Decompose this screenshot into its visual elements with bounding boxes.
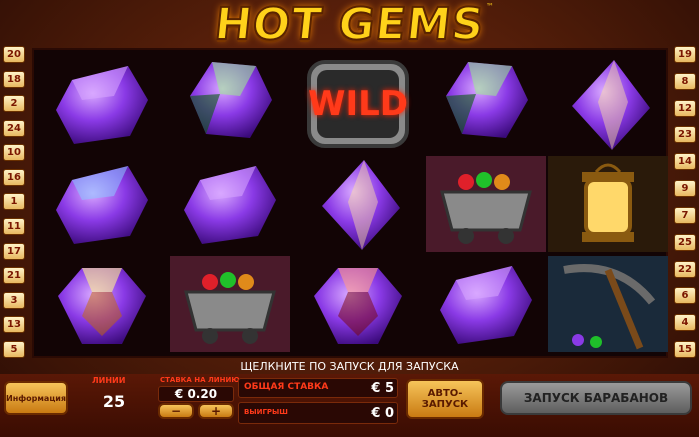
payline-number[interactable]: 20 — [3, 46, 25, 63]
reel-area: WILD — [32, 48, 668, 358]
info-button-label: Информация — [6, 393, 66, 403]
lantern-symbol — [546, 154, 670, 254]
payline-number[interactable]: 15 — [674, 340, 696, 358]
total-bet-value: € 5 — [371, 380, 394, 396]
payline-number[interactable]: 22 — [674, 260, 696, 278]
payline-number[interactable]: 7 — [674, 206, 696, 224]
payline-number[interactable]: 8 — [674, 72, 696, 90]
payline-number[interactable]: 17 — [3, 242, 25, 260]
bet-per-line-value: € 0.20 — [174, 387, 218, 401]
win-label: ВЫИГРЫШ — [244, 408, 288, 416]
red-gem-symbol — [296, 254, 420, 354]
mine-cart-symbol — [424, 154, 548, 254]
payline-number[interactable]: 23 — [674, 126, 696, 144]
green-gem-symbol — [168, 54, 292, 154]
payline-number[interactable]: 14 — [674, 153, 696, 171]
lines-label: ЛИНИИ — [92, 376, 126, 385]
payline-number[interactable]: 5 — [3, 340, 25, 358]
autoplay-button[interactable]: АВТО-ЗАПУСК — [406, 379, 484, 419]
payline-number[interactable]: 16 — [3, 168, 25, 186]
status-message: ЩЕЛКНИТЕ ПО ЗАПУСК ДЛЯ ЗАПУСКА — [240, 360, 459, 373]
payline-number[interactable]: 3 — [3, 291, 25, 309]
bet-increase-button[interactable]: + — [198, 403, 234, 419]
payline-indicators-left: 20 18 2 24 10 16 1 11 17 21 3 13 5 — [3, 46, 25, 358]
payline-number[interactable]: 10 — [3, 144, 25, 162]
lines-value: 25 — [102, 391, 126, 411]
payline-number[interactable]: 19 — [674, 46, 696, 63]
payline-number[interactable]: 25 — [674, 233, 696, 251]
wild-label: WILD — [307, 84, 409, 124]
spin-button[interactable]: ЗАПУСК БАРАБАНОВ — [500, 381, 692, 415]
purple-gem-symbol — [40, 54, 164, 154]
plus-icon: + — [210, 404, 222, 418]
blue-gem-symbol — [40, 154, 164, 254]
orange-gem-symbol — [296, 154, 420, 254]
mine-cart-symbol — [168, 254, 292, 354]
purple-gem-symbol — [424, 254, 548, 354]
orange-gem-symbol — [546, 54, 670, 154]
minus-icon: − — [170, 404, 182, 418]
yellow-gem-symbol — [40, 254, 164, 354]
bet-decrease-button[interactable]: − — [158, 403, 194, 419]
green-gem-symbol — [424, 54, 548, 154]
payline-number[interactable]: 1 — [3, 193, 25, 211]
payline-number[interactable]: 21 — [3, 267, 25, 285]
payline-number[interactable]: 4 — [674, 314, 696, 332]
payline-number[interactable]: 9 — [674, 180, 696, 198]
payline-number[interactable]: 18 — [3, 70, 25, 88]
game-logo: HOT GEMS — [0, 0, 699, 51]
payline-number[interactable]: 24 — [3, 119, 25, 137]
autoplay-button-label: АВТО-ЗАПУСК — [421, 388, 469, 410]
payline-indicators-right: 19 8 12 23 14 9 7 25 22 6 4 15 — [674, 46, 696, 358]
bet-per-line-label: СТАВКА НА ЛИНИЮ — [160, 376, 240, 384]
total-bet-label: ОБЩАЯ СТАВКА — [244, 382, 329, 392]
pickaxe-symbol — [546, 254, 670, 354]
trademark: ™ — [486, 2, 494, 11]
payline-number[interactable]: 11 — [3, 218, 25, 236]
game-title: HOT GEMS — [211, 0, 488, 51]
info-button[interactable]: Информация — [4, 381, 68, 415]
win-value: € 0 — [371, 405, 394, 421]
wild-symbol: WILD — [296, 54, 420, 154]
payline-number[interactable]: 2 — [3, 95, 25, 113]
payline-number[interactable]: 12 — [674, 99, 696, 117]
spin-button-label: ЗАПУСК БАРАБАНОВ — [523, 391, 669, 405]
purple-gem-symbol — [168, 154, 292, 254]
payline-number[interactable]: 6 — [674, 287, 696, 305]
payline-number[interactable]: 13 — [3, 316, 25, 334]
